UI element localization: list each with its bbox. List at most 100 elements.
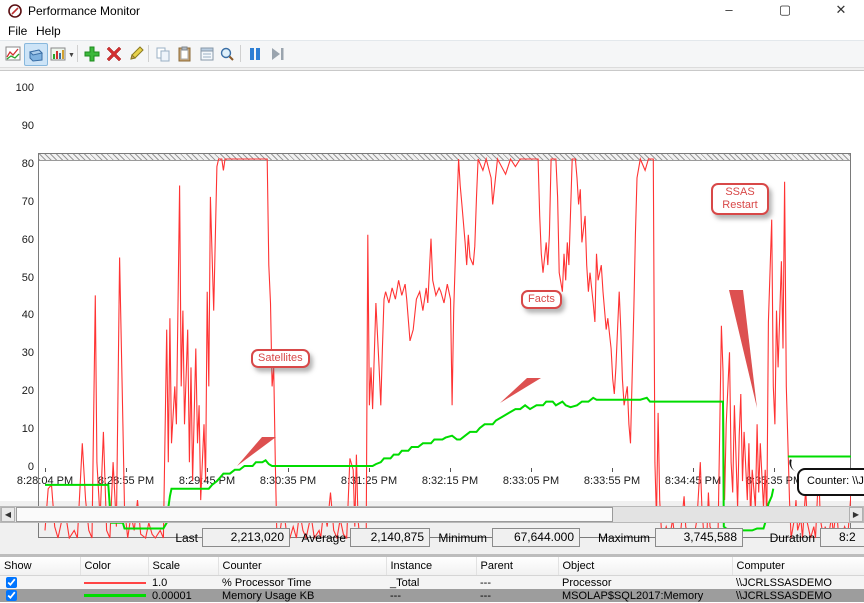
col-scale[interactable]: Scale	[148, 557, 219, 576]
table-header-row: Show Color Scale Counter Instance Parent…	[0, 557, 864, 576]
paste-clipboard-icon	[178, 46, 191, 61]
view-current-activity-icon	[5, 46, 21, 60]
counter-legend: Show Color Scale Counter Instance Parent…	[0, 554, 864, 603]
properties-button[interactable]	[196, 43, 218, 64]
object-cell: MSOLAP$SQL2017:Memory	[558, 589, 732, 602]
menu-bar: File Help	[0, 22, 864, 40]
last-value: 2,213,020	[202, 528, 290, 547]
computer-cell: \\JCRLSSASDEMO	[732, 575, 864, 589]
y-tick-label: 30	[21, 347, 34, 360]
counter-row-processor[interactable]: 1.0 % Processor Time _Total --- Processo…	[0, 575, 864, 589]
last-label: Last	[175, 531, 198, 545]
title-bar: Performance Monitor – ▢ ✕	[0, 0, 864, 22]
view-log-data-button[interactable]	[47, 43, 69, 64]
counter-cell: % Processor Time	[218, 575, 386, 589]
maximize-button[interactable]: ▢	[762, 0, 808, 22]
view-current-activity-button[interactable]	[2, 43, 24, 64]
chart-hscrollbar[interactable]: ◀ ▶	[0, 506, 864, 523]
color-swatch	[84, 594, 146, 598]
highlight-button[interactable]	[125, 43, 147, 64]
delete-x-icon	[106, 46, 122, 61]
maximum-value: 3,745,588	[655, 528, 743, 547]
col-instance[interactable]: Instance	[386, 557, 477, 576]
y-tick-label: 60	[21, 233, 34, 246]
add-icon	[84, 46, 100, 61]
performance-monitor-window: Performance Monitor – ▢ ✕ File Help ▼ 10…	[0, 0, 864, 603]
delete-counter-button[interactable]	[103, 43, 125, 64]
show-checkbox[interactable]	[6, 577, 17, 589]
y-tick-label: 50	[21, 271, 34, 284]
close-button[interactable]: ✕	[818, 0, 864, 22]
y-tick-label: 100	[15, 82, 34, 94]
dropdown-caret-icon[interactable]: ▼	[68, 52, 75, 59]
ssas-restart-callout: SSAS Restart	[711, 183, 769, 215]
computer-cell: \\JCRLSSASDEMO	[732, 589, 864, 602]
parent-cell: ---	[476, 575, 558, 589]
maximum-label: Maximum	[597, 531, 650, 545]
col-show[interactable]: Show	[0, 557, 81, 576]
average-value: 2,140,875	[350, 528, 430, 547]
col-computer[interactable]: Computer	[732, 557, 864, 576]
change-graph-type-button[interactable]	[24, 43, 48, 66]
cpu-series-line	[44, 156, 851, 539]
copy-icon	[156, 47, 170, 61]
show-checkbox[interactable]	[6, 590, 17, 602]
properties-icon	[200, 47, 214, 60]
performance-monitor-icon	[8, 4, 22, 18]
average-label: Average	[301, 531, 346, 545]
scale-cell: 1.0	[148, 575, 218, 589]
toolbar-separator	[77, 45, 78, 62]
duration-value: 8:2	[820, 528, 864, 547]
y-tick-label: 90	[21, 119, 34, 132]
copy-properties-button[interactable]	[152, 43, 174, 64]
zoom-button[interactable]	[216, 43, 238, 64]
y-tick-label: 80	[21, 157, 34, 170]
minimum-value: 67,644.000	[492, 528, 580, 547]
change-graph-type-icon	[29, 48, 43, 62]
instance-cell: ---	[386, 589, 476, 602]
pencil-icon	[130, 45, 144, 60]
value-bar: Last 2,213,020 Average 2,140,875 Minimum…	[0, 528, 864, 552]
parent-cell: ---	[476, 589, 558, 602]
col-color[interactable]: Color	[80, 557, 149, 576]
menu-file[interactable]: File	[4, 23, 31, 39]
col-parent[interactable]: Parent	[476, 557, 559, 576]
toolbar-separator	[240, 45, 241, 62]
scale-cell: 0.00001	[148, 589, 218, 602]
toolbar-separator	[148, 45, 149, 62]
step-forward-icon	[272, 47, 284, 60]
minimize-button[interactable]: –	[706, 0, 752, 22]
freeze-display-button[interactable]	[244, 43, 266, 64]
col-counter[interactable]: Counter	[218, 557, 387, 576]
view-log-data-icon	[50, 47, 66, 60]
y-tick-label: 40	[21, 309, 34, 322]
duration-label: Duration	[769, 531, 815, 545]
color-swatch	[84, 581, 146, 584]
scroll-left-arrow-icon[interactable]: ◀	[1, 507, 15, 522]
object-cell: Processor	[558, 575, 732, 589]
magnifier-icon	[220, 47, 234, 61]
instance-cell: _Total	[386, 575, 476, 589]
add-counter-button[interactable]	[81, 43, 103, 64]
update-data-button[interactable]	[266, 43, 288, 64]
menu-help[interactable]: Help	[32, 23, 65, 39]
chart-panel: 100 90 80 70 60 50 40 30 20 10 0 8:28:04 PM 8:28:55 …	[0, 70, 864, 539]
scroll-right-arrow-icon[interactable]: ▶	[849, 507, 863, 522]
y-tick-label: 70	[21, 195, 34, 208]
col-object[interactable]: Object	[558, 557, 733, 576]
pause-icon	[250, 47, 260, 60]
counter-row-memory-selected[interactable]: 0.00001 Memory Usage KB --- --- MSOLAP$S…	[0, 589, 864, 602]
y-tick-label: 10	[21, 423, 34, 436]
satellites-callout: Satellites	[251, 349, 310, 368]
minimum-label: Minimum	[438, 531, 487, 545]
facts-callout: Facts	[521, 290, 562, 309]
y-tick-label: 20	[21, 385, 34, 398]
toolbar: ▼	[0, 40, 864, 68]
window-title: Performance Monitor	[28, 4, 141, 18]
y-tick-label: 0	[27, 461, 34, 473]
counter-tooltip: Counter: \\JCRL	[797, 468, 864, 496]
paste-counter-list-button[interactable]	[174, 43, 196, 64]
counter-cell: Memory Usage KB	[218, 589, 386, 602]
counter-table: Show Color Scale Counter Instance Parent…	[0, 557, 864, 602]
scrollbar-thumb[interactable]	[16, 507, 613, 522]
